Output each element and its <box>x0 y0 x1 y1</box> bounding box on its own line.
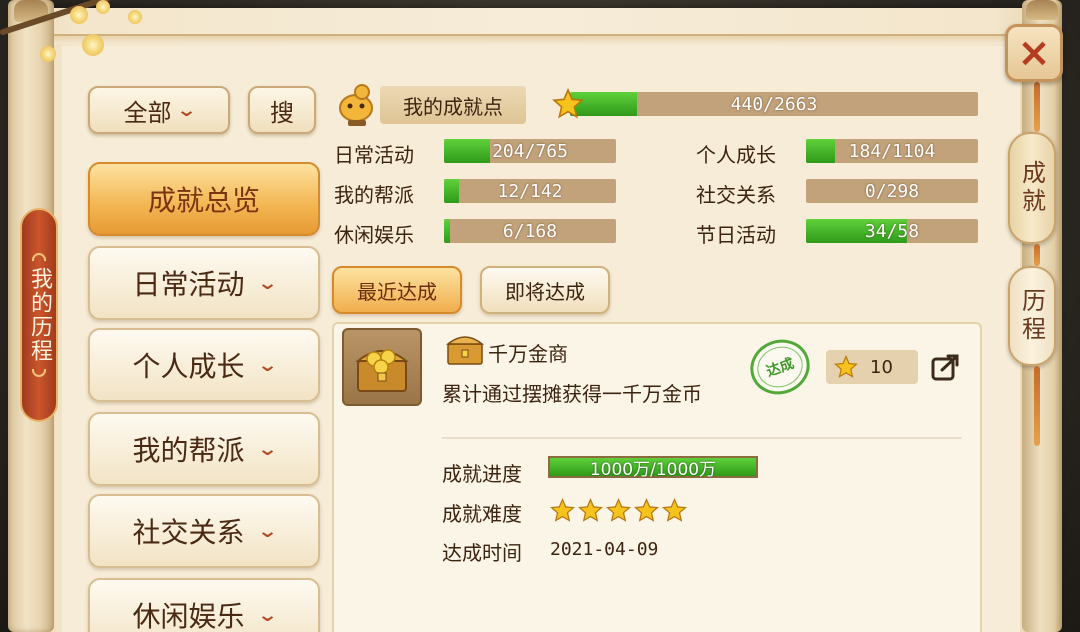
category-label: 休闲娱乐 <box>334 223 414 247</box>
category-label: 我的帮派 <box>334 183 414 207</box>
category-progress-bar: 12/142 <box>444 179 616 203</box>
category-progress-text: 0/298 <box>864 180 920 202</box>
tab-achievements[interactable]: 成就 <box>1008 132 1056 244</box>
star-icon <box>834 355 858 378</box>
category-label: 个人成长 <box>696 143 776 167</box>
category-progress-bar: 184/1104 <box>806 139 978 163</box>
star-icon <box>550 498 575 522</box>
flower-icon <box>96 0 110 14</box>
achievement-progress-text: 1000万/1000万 <box>589 459 717 480</box>
nav-item-label: 休闲娱乐 <box>132 600 245 632</box>
treasure-chest-icon <box>355 349 409 392</box>
chevron-down-icon: ⌄ <box>257 272 279 294</box>
nav-item-leisure[interactable]: 休闲娱乐 ⌄ <box>88 578 320 632</box>
tassel-decoration <box>1034 366 1040 446</box>
top-border <box>54 34 1020 44</box>
close-icon: × <box>1017 30 1051 76</box>
tab-my-journey-label: 我的历程 <box>27 267 52 363</box>
filter-label: 全部 <box>123 98 172 127</box>
progress-label: 成就进度 <box>442 462 522 486</box>
category-progress-bar: 6/168 <box>444 219 616 243</box>
achievement-title: 千万金商 <box>488 342 568 366</box>
chevron-down-icon: ⌄ <box>257 354 279 376</box>
close-button[interactable]: × <box>1005 24 1063 82</box>
category-progress-text: 6/168 <box>502 220 558 242</box>
tab-my-journey[interactable]: 我的历程 <box>20 208 58 422</box>
chevron-down-icon: ⌄ <box>257 438 279 460</box>
category-progress-bar: 204/765 <box>444 139 616 163</box>
flower-icon <box>128 10 142 24</box>
treasure-chest-icon <box>445 336 485 365</box>
nav-item-label: 日常活动 <box>132 268 245 301</box>
nav-item-growth[interactable]: 个人成长 ⌄ <box>88 328 320 402</box>
achievement-description: 累计通过摆摊获得一千万金币 <box>442 382 702 406</box>
completed-stamp-text: 达成 <box>764 355 797 381</box>
difficulty-label: 成就难度 <box>442 502 522 526</box>
star-icon <box>552 88 584 119</box>
nav-item-label: 社交关系 <box>132 516 245 549</box>
chevron-down-icon: ⌄ <box>257 520 279 542</box>
filter-dropdown[interactable]: 全部 ⌄ <box>88 86 230 134</box>
nav-item-label: 个人成长 <box>132 350 245 383</box>
nav-item-label: 成就总览 <box>147 184 260 217</box>
tab-recent[interactable]: 最近达成 <box>332 266 462 314</box>
chevron-down-icon: ⌄ <box>176 99 198 121</box>
tab-history[interactable]: 历程 <box>1008 266 1056 366</box>
star-icon <box>662 498 687 522</box>
achievement-icon <box>342 328 422 406</box>
time-value: 2021-04-09 <box>550 539 659 560</box>
category-label: 节日活动 <box>696 223 776 247</box>
category-progress-text: 34/58 <box>864 220 920 242</box>
nav-item-overview[interactable]: 成就总览 <box>88 162 320 236</box>
divider <box>442 437 962 439</box>
star-icon <box>578 498 603 522</box>
category-progress-bar: 0/298 <box>806 179 978 203</box>
tassel-decoration <box>1034 82 1040 132</box>
category-label: 社交关系 <box>696 183 776 207</box>
ornament-icon <box>32 369 46 377</box>
category-progress-text: 184/1104 <box>848 140 936 162</box>
time-label: 达成时间 <box>442 541 522 565</box>
tab-upcoming-label: 即将达成 <box>505 279 585 304</box>
search-button[interactable]: 搜 <box>248 86 316 134</box>
chevron-down-icon: ⌄ <box>257 604 279 626</box>
star-icon <box>634 498 659 522</box>
flower-icon <box>82 34 104 56</box>
tab-upcoming[interactable]: 即将达成 <box>480 266 610 314</box>
points-progress-bar: 440/2663 <box>570 92 978 116</box>
nav-item-gang[interactable]: 我的帮派 ⌄ <box>88 412 320 486</box>
share-icon[interactable] <box>930 353 960 383</box>
tab-achievements-label: 成就 <box>1017 160 1046 216</box>
ornament-icon <box>32 253 46 261</box>
achievement-progress-bar: 1000万/1000万 <box>548 456 758 480</box>
nav-item-social[interactable]: 社交关系 ⌄ <box>88 494 320 568</box>
search-label: 搜 <box>270 98 294 127</box>
reward-value: 10 <box>870 356 893 378</box>
tab-history-label: 历程 <box>1017 288 1046 344</box>
reward-points: 10 <box>826 350 918 384</box>
tassel-decoration <box>1034 244 1040 266</box>
nav-item-label: 我的帮派 <box>132 434 245 467</box>
tab-recent-label: 最近达成 <box>357 279 437 304</box>
flower-icon <box>70 6 88 24</box>
points-progress-text: 440/2663 <box>730 93 818 115</box>
achievement-points-text: 我的成就点 <box>403 94 503 119</box>
category-label: 日常活动 <box>334 143 414 167</box>
star-icon <box>606 498 631 522</box>
achievement-points-label: 我的成就点 <box>380 86 526 124</box>
flower-icon <box>40 46 56 62</box>
mascot-icon <box>339 84 373 126</box>
nav-item-daily[interactable]: 日常活动 ⌄ <box>88 246 320 320</box>
category-progress-text: 12/142 <box>497 180 563 202</box>
category-progress-bar: 34/58 <box>806 219 978 243</box>
difficulty-stars <box>550 498 687 523</box>
category-progress-text: 204/765 <box>492 140 568 162</box>
